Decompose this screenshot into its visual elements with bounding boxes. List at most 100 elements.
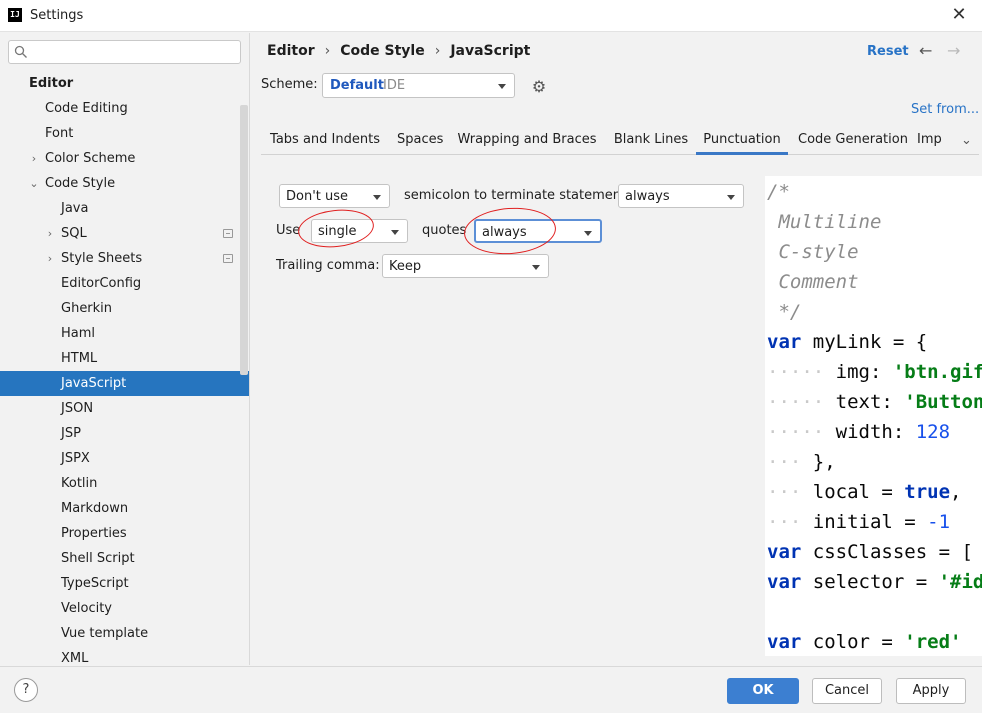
sidebar-item-xml[interactable]: XML: [0, 646, 249, 665]
trailing-comma-select[interactable]: Keep: [382, 254, 549, 278]
sidebar-item-label: Font: [45, 126, 74, 141]
tab-spaces[interactable]: Spaces: [397, 127, 443, 155]
sidebar-item-velocity[interactable]: Velocity: [0, 596, 249, 621]
chevron-right-icon[interactable]: ›: [44, 221, 56, 246]
chevron-down-icon[interactable]: ⌄: [961, 133, 972, 148]
sidebar-item-label: Java: [61, 201, 89, 216]
sidebar-item-color-scheme[interactable]: › Color Scheme: [0, 146, 249, 171]
breadcrumb-separator: ›: [324, 43, 331, 59]
breadcrumb-editor[interactable]: Editor: [267, 43, 315, 59]
sidebar-item-sql[interactable]: › SQL: [0, 221, 249, 246]
sidebar-item-label: Haml: [61, 326, 96, 341]
apply-button[interactable]: Apply: [896, 678, 966, 704]
chevron-down-icon: [727, 195, 735, 200]
code-line: ··· initial = -1: [767, 507, 950, 537]
sidebar-item-properties[interactable]: Properties: [0, 521, 249, 546]
sidebar-item-editorconfig[interactable]: EditorConfig: [0, 271, 249, 296]
code-line: ··· },: [767, 447, 836, 477]
tab-blank-lines[interactable]: Blank Lines: [611, 127, 691, 155]
sidebar-item-label: JSON: [61, 401, 94, 416]
sidebar-item-jspx[interactable]: JSPX: [0, 446, 249, 471]
sidebar-item-code-style[interactable]: ⌄ Code Style: [0, 171, 249, 196]
code-token: img:: [824, 361, 893, 383]
tab-wrapping-and-braces[interactable]: Wrapping and Braces: [455, 127, 599, 155]
close-icon[interactable]: ✕: [948, 4, 970, 26]
forward-arrow-icon[interactable]: →: [947, 41, 960, 60]
code-token: var: [767, 631, 802, 653]
sidebar-scrollbar[interactable]: [240, 105, 248, 375]
sidebar-item-label: Properties: [61, 526, 127, 541]
code-line: var selector = '#id': [767, 567, 982, 597]
semicolon-when-value: always: [625, 189, 670, 204]
sidebar-item-markdown[interactable]: Markdown: [0, 496, 249, 521]
tab-punctuation[interactable]: Punctuation: [696, 127, 788, 155]
code-line: C-style: [767, 237, 859, 267]
code-token: true: [904, 481, 951, 503]
breadcrumb-code-style[interactable]: Code Style: [340, 43, 424, 59]
code-token: Comment: [767, 271, 859, 293]
sidebar-item-label: Code Editing: [45, 101, 128, 116]
code-line: ····· text: 'Button': [767, 387, 982, 417]
sidebar-item-jsp[interactable]: JSP: [0, 421, 249, 446]
breadcrumb-javascript: JavaScript: [450, 43, 531, 59]
search-input[interactable]: [8, 40, 241, 64]
chevron-down-icon: [391, 230, 399, 235]
chevron-down-icon[interactable]: ⌄: [28, 171, 40, 196]
sidebar-item-javascript[interactable]: JavaScript: [0, 371, 249, 396]
sidebar-item-haml[interactable]: Haml: [0, 321, 249, 346]
sidebar-item-label: XML: [61, 651, 89, 665]
sidebar-item-gherkin[interactable]: Gherkin: [0, 296, 249, 321]
chevron-right-icon[interactable]: ›: [28, 146, 40, 171]
code-token: },: [801, 451, 836, 473]
set-from-link[interactable]: Set from...: [911, 102, 979, 117]
sidebar-item-style-sheets[interactable]: › Style Sheets: [0, 246, 249, 271]
code-token: var: [767, 331, 802, 353]
code-token: ·····: [767, 421, 825, 443]
code-token: '#id': [938, 571, 982, 593]
sidebar-item-vue-template[interactable]: Vue template: [0, 621, 249, 646]
tab-code-generation[interactable]: Code Generation: [798, 127, 908, 155]
use-label: Use: [276, 223, 301, 238]
sidebar-item-label: JSP: [61, 426, 81, 441]
code-token: ···: [767, 451, 802, 473]
sidebar-item-label: EditorConfig: [61, 276, 142, 291]
sidebar-item-kotlin[interactable]: Kotlin: [0, 471, 249, 496]
tab-tabs-and-indents[interactable]: Tabs and Indents: [261, 127, 389, 155]
sidebar-item-html[interactable]: HTML: [0, 346, 249, 371]
code-token: C-style: [767, 241, 859, 263]
help-icon[interactable]: ?: [14, 678, 38, 702]
sidebar-item-java[interactable]: Java: [0, 196, 249, 221]
sidebar-item-editor[interactable]: Editor: [0, 71, 249, 96]
sidebar-item-json[interactable]: JSON: [0, 396, 249, 421]
code-line: Comment: [767, 267, 859, 297]
scheme-name: Default: [330, 78, 384, 93]
code-token: ···: [767, 481, 802, 503]
code-token: */: [767, 301, 802, 323]
sidebar-item-label: Shell Script: [61, 551, 135, 566]
chevron-right-icon[interactable]: ›: [44, 246, 56, 271]
code-token: ·····: [767, 361, 825, 383]
gear-icon[interactable]: ⚙: [530, 78, 548, 96]
back-arrow-icon[interactable]: ←: [919, 41, 932, 60]
code-token: selector =: [801, 571, 939, 593]
semicolon-mode-select[interactable]: Don't use: [279, 184, 390, 208]
code-line: */: [767, 297, 801, 327]
semicolon-when-select[interactable]: always: [618, 184, 744, 208]
code-token: 'red': [904, 631, 962, 653]
tab-imports[interactable]: Imp: [917, 127, 947, 155]
code-line: var color = 'red': [767, 627, 961, 656]
sidebar-item-shell-script[interactable]: Shell Script: [0, 546, 249, 571]
code-token: local =: [801, 481, 905, 503]
cancel-button[interactable]: Cancel: [812, 678, 882, 704]
scheme-select[interactable]: Default IDE: [322, 73, 515, 98]
code-token: ,: [950, 481, 962, 503]
reset-link[interactable]: Reset: [867, 44, 909, 59]
sidebar-item-typescript[interactable]: TypeScript: [0, 571, 249, 596]
sidebar-item-label: Kotlin: [61, 476, 98, 491]
sidebar-item-font[interactable]: Font: [0, 121, 249, 146]
sidebar-item-code-editing[interactable]: Code Editing: [0, 96, 249, 121]
ok-button[interactable]: OK: [727, 678, 799, 704]
code-token: ·····: [767, 391, 825, 413]
code-line: /*: [767, 177, 790, 207]
code-token: ···: [767, 511, 802, 533]
